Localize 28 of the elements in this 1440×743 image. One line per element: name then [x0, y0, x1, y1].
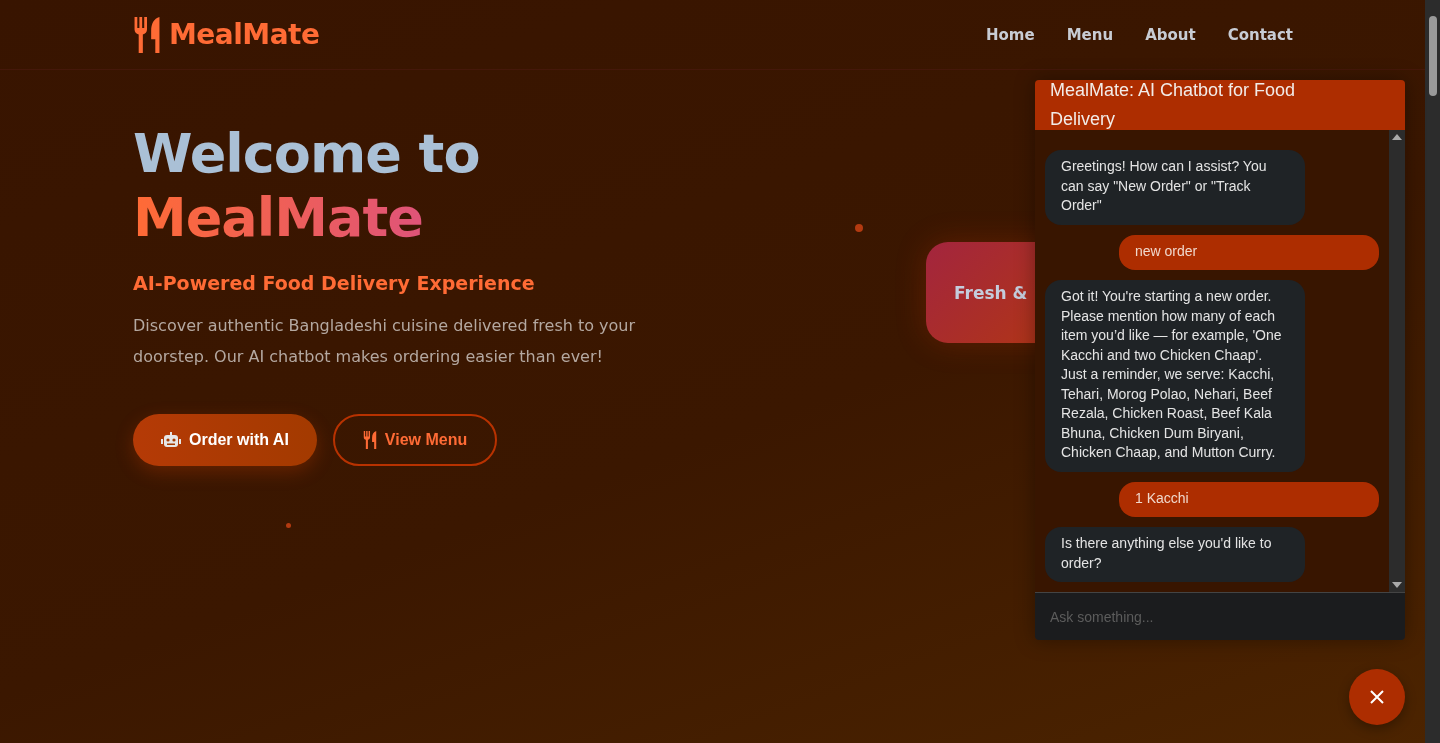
- scroll-up-icon[interactable]: [1392, 134, 1402, 140]
- nav-link[interactable]: Home: [986, 25, 1035, 44]
- user-message: new order: [1119, 234, 1379, 270]
- close-chat-button[interactable]: [1349, 669, 1405, 725]
- hero-subtitle: AI-Powered Food Delivery Experience: [133, 272, 535, 294]
- chat-input[interactable]: Ask something...: [1035, 592, 1405, 640]
- view-menu-button[interactable]: View Menu: [332, 414, 498, 466]
- nav-link[interactable]: Contact: [1227, 25, 1293, 44]
- order-with-ai-button[interactable]: Order with AI: [133, 414, 317, 466]
- bot-message: Greetings! How can I assist? You can say "New Order" or "Track Order": [1045, 150, 1305, 225]
- logo-icon: [133, 16, 161, 53]
- brand-name[interactable]: MealMate: [169, 18, 320, 51]
- decor-dot: [286, 523, 291, 528]
- user-message: 1 Kacchi: [1119, 481, 1379, 517]
- robot-icon: [161, 432, 181, 448]
- nav-link[interactable]: Menu: [1066, 25, 1114, 44]
- scroll-down-icon[interactable]: [1392, 582, 1402, 588]
- close-icon: [1370, 690, 1384, 704]
- decor-dot: [855, 224, 863, 232]
- bot-message: Is there anything else you'd like to order?: [1045, 527, 1305, 582]
- utensils-icon: [362, 431, 377, 449]
- bot-message: Got it! You're starting a new order. Please mention how many of each item you’d like — for example, 'One Kacchi and two Chicken Chaap'. Just a reminder, we serve: Kacchi, Tehari, Morog Polao, Nehari, Beef Rezala, Chicken Roast, Beef Kala Bhuna, Chicken Dum Biryani, Chicken Chaap, and Mutton Curry.: [1045, 280, 1305, 472]
- nav-link[interactable]: About: [1145, 25, 1196, 44]
- hero-title: Welcome to: [133, 122, 480, 186]
- hero-description: Discover authentic Bangladeshi cuisine delivered fresh to your doorstep. Our AI chatbot makes ordering easier than ever!: [133, 315, 637, 368]
- chat-title: MealMate: AI Chatbot for Food Delivery: [1050, 80, 1297, 131]
- feature-label: Fresh &: [954, 282, 1028, 303]
- page-scrollbar[interactable]: [1425, 0, 1440, 743]
